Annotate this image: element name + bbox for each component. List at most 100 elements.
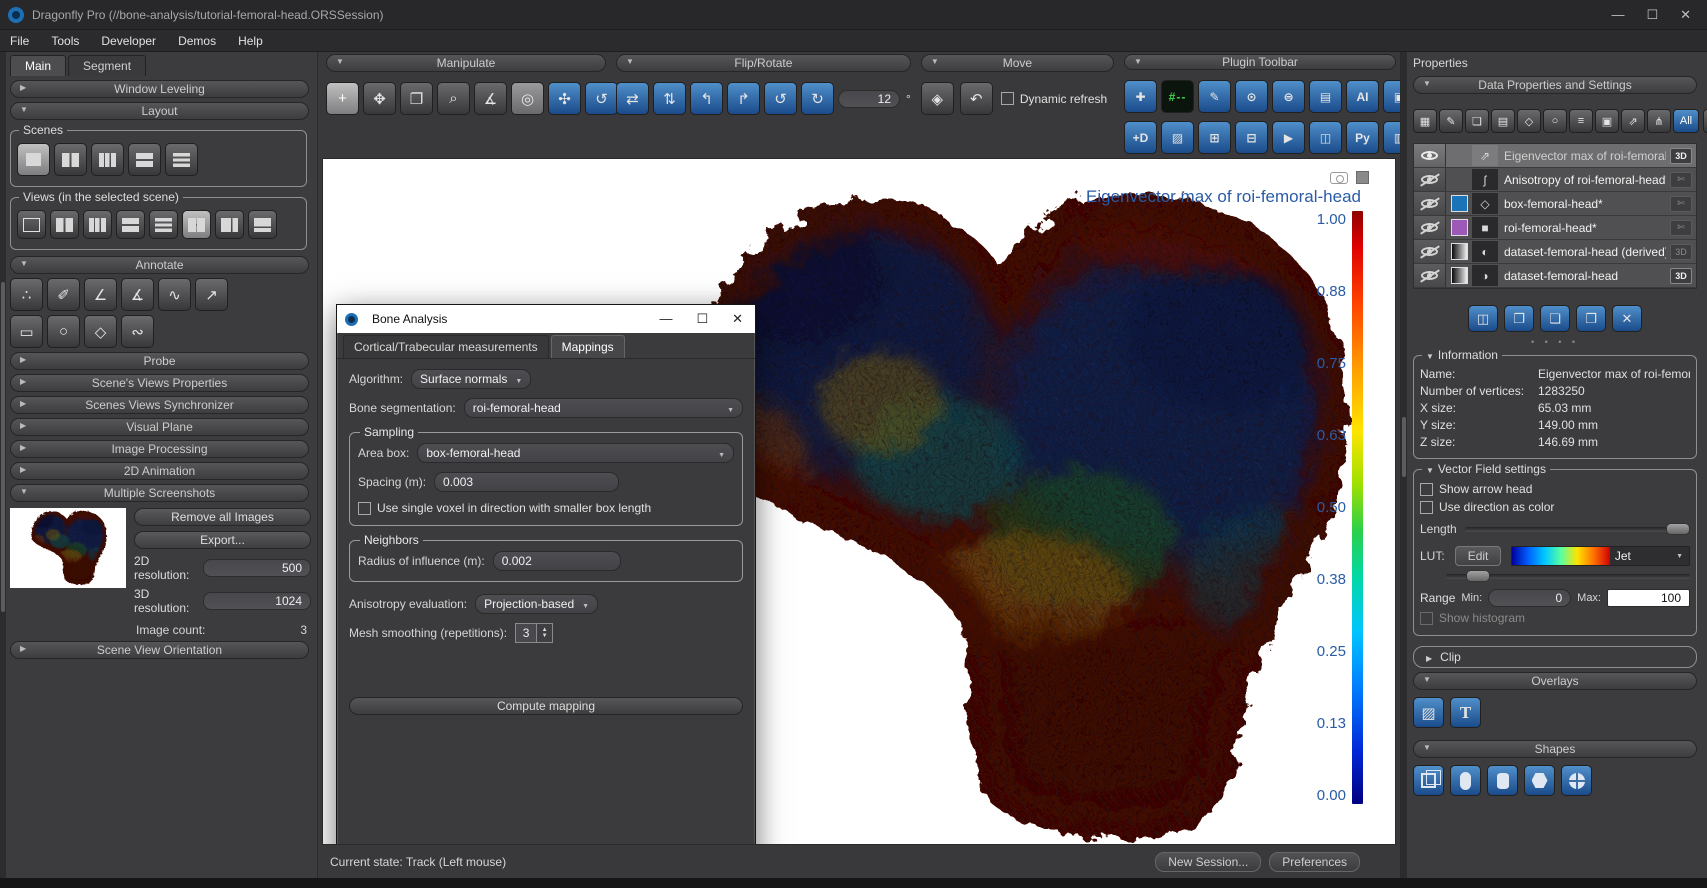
- object-name[interactable]: Anisotropy of roi-femoral-head*: [1498, 168, 1666, 191]
- section-scene-view-orientation[interactable]: Scene View Orientation: [10, 641, 309, 659]
- plugin-button[interactable]: ◫: [1309, 121, 1342, 154]
- add-text-overlay-button[interactable]: T: [1450, 697, 1481, 728]
- manipulate-tool-button[interactable]: ↺: [585, 82, 618, 115]
- algorithm-select[interactable]: Surface normals: [411, 369, 531, 389]
- length-slider[interactable]: [1465, 527, 1690, 532]
- data-list-row[interactable]: ⇗ Eigenvector max of roi-femoral-he... 3…: [1414, 144, 1696, 168]
- collapsed-section[interactable]: Probe: [10, 352, 309, 370]
- dialog-maximize-button[interactable]: ☐: [696, 311, 708, 327]
- plugin-button[interactable]: #--: [1161, 80, 1194, 113]
- color-swatch-cell[interactable]: [1446, 240, 1472, 263]
- flip-rotate-button[interactable]: ↰: [690, 82, 723, 115]
- visibility-toggle[interactable]: [1414, 168, 1446, 191]
- export-button[interactable]: Export...: [134, 531, 311, 549]
- add-cylinder-shape-button[interactable]: [1487, 765, 1518, 796]
- object-action-button[interactable]: ❏: [1540, 305, 1570, 332]
- new-session-button[interactable]: New Session...: [1155, 852, 1261, 872]
- snapshot-camera-icon[interactable]: [1330, 172, 1348, 184]
- data-filter-button[interactable]: ❏: [1465, 109, 1489, 133]
- maximize-button[interactable]: ☐: [1646, 7, 1658, 23]
- tab-cortical-trabecular[interactable]: Cortical/Trabecular measurements: [343, 335, 549, 358]
- use-direction-checkbox-row[interactable]: Use direction as color: [1420, 500, 1690, 514]
- spinner-arrows-icon[interactable]: ▲▼: [537, 623, 553, 643]
- view-layout-button[interactable]: [149, 210, 178, 239]
- tab-main[interactable]: Main: [10, 55, 66, 76]
- drag-handle-dots[interactable]: • • • •: [1413, 337, 1697, 347]
- left-scrollbar[interactable]: [0, 52, 6, 878]
- plugin-button[interactable]: ▶: [1272, 121, 1305, 154]
- data-filter-button[interactable]: ▤: [1491, 109, 1515, 133]
- render-mode-badge[interactable]: 3D: [1670, 268, 1692, 284]
- scene-layout-button[interactable]: [54, 143, 87, 176]
- bone-segmentation-select[interactable]: roi-femoral-head: [464, 398, 743, 418]
- scene-layout-button[interactable]: [91, 143, 124, 176]
- visibility-toggle[interactable]: [1414, 216, 1446, 239]
- res2d-input[interactable]: 500: [203, 559, 311, 577]
- spacing-input[interactable]: 0.003: [434, 472, 619, 492]
- color-swatch-cell[interactable]: [1446, 192, 1472, 215]
- view-layout-button[interactable]: [83, 210, 112, 239]
- collapsed-section[interactable]: Visual Plane: [10, 418, 309, 436]
- flip-rotate-button[interactable]: ⇄: [616, 82, 649, 115]
- checkbox-icon[interactable]: [1420, 483, 1433, 496]
- checkbox-icon[interactable]: [358, 502, 371, 515]
- section-multiple-screenshots[interactable]: Multiple Screenshots: [10, 484, 309, 502]
- data-filter-button[interactable]: ▣: [1595, 109, 1619, 133]
- scene-layout-button[interactable]: [128, 143, 161, 176]
- object-name[interactable]: Eigenvector max of roi-femoral-he...: [1498, 144, 1666, 167]
- render-mode-badge[interactable]: 3D: [1670, 148, 1692, 164]
- move-group-header[interactable]: Move: [921, 54, 1114, 72]
- render-mode-badge[interactable]: ✄: [1670, 172, 1692, 188]
- collapsed-section[interactable]: Image Processing: [10, 440, 309, 458]
- flip-rotate-button[interactable]: ⇅: [653, 82, 686, 115]
- manipulate-tool-button[interactable]: +: [326, 82, 359, 115]
- preferences-button[interactable]: Preferences: [1269, 852, 1360, 872]
- data-properties-header[interactable]: Data Properties and Settings: [1413, 76, 1697, 94]
- data-filter-button[interactable]: ◇: [1517, 109, 1541, 133]
- tab-segment[interactable]: Segment: [68, 55, 146, 76]
- data-list-row[interactable]: ʃ Anisotropy of roi-femoral-head* ✄: [1414, 168, 1696, 192]
- flip-rotate-button[interactable]: ↺: [764, 82, 797, 115]
- visibility-toggle[interactable]: [1414, 264, 1446, 287]
- visibility-toggle[interactable]: [1414, 144, 1446, 167]
- screenshot-thumbnail[interactable]: [10, 508, 126, 588]
- show-arrow-head-checkbox-row[interactable]: Show arrow head: [1420, 482, 1690, 496]
- color-swatch-cell[interactable]: [1446, 216, 1472, 239]
- plugin-button[interactable]: ✚: [1124, 80, 1157, 113]
- plugin-button[interactable]: ⊟: [1235, 121, 1268, 154]
- manipulate-tool-button[interactable]: ❐: [400, 82, 433, 115]
- lut-position-slider[interactable]: [1446, 574, 1690, 579]
- annotate-tool-button[interactable]: ∴: [10, 278, 43, 311]
- annotate-tool-button[interactable]: ∡: [121, 278, 154, 311]
- view-layout-button[interactable]: [116, 210, 145, 239]
- single-voxel-checkbox-row[interactable]: Use single voxel in direction with small…: [358, 501, 734, 515]
- filter-all-button[interactable]: All: [1673, 109, 1699, 133]
- res3d-input[interactable]: 1024: [203, 592, 311, 610]
- menu-item[interactable]: Developer: [101, 34, 156, 48]
- tab-mappings[interactable]: Mappings: [551, 335, 625, 358]
- plugin-button[interactable]: AI: [1346, 80, 1379, 113]
- checkbox-icon[interactable]: [1420, 501, 1433, 514]
- menu-item[interactable]: Tools: [51, 34, 79, 48]
- compute-mapping-button[interactable]: Compute mapping: [349, 697, 743, 715]
- object-action-button[interactable]: ✕: [1612, 305, 1642, 332]
- region-tool-button[interactable]: ○: [47, 315, 80, 348]
- plugin-button[interactable]: ▤: [1309, 80, 1342, 113]
- annotate-tool-button[interactable]: ↗: [195, 278, 228, 311]
- checkbox-icon[interactable]: [1001, 92, 1014, 105]
- radius-input[interactable]: 0.002: [493, 551, 621, 571]
- add-capsule-shape-button[interactable]: [1450, 765, 1481, 796]
- render-mode-badge[interactable]: ✄: [1670, 220, 1692, 236]
- data-filter-button[interactable]: ✎: [1439, 109, 1463, 133]
- plugin-button[interactable]: ⊞: [1198, 121, 1231, 154]
- data-filter-button[interactable]: ⋔: [1647, 109, 1671, 133]
- menu-item[interactable]: File: [10, 34, 29, 48]
- collapsed-section[interactable]: 2D Animation: [10, 462, 309, 480]
- move-tool-button[interactable]: ↶: [960, 82, 993, 115]
- manipulate-group-header[interactable]: Manipulate: [326, 54, 606, 72]
- manipulate-tool-button[interactable]: ✥: [363, 82, 396, 115]
- slider-knob[interactable]: [1666, 523, 1690, 535]
- object-action-button[interactable]: ◫: [1468, 305, 1498, 332]
- plugin-button[interactable]: ▨: [1161, 121, 1194, 154]
- flip-rotate-button[interactable]: ↱: [727, 82, 760, 115]
